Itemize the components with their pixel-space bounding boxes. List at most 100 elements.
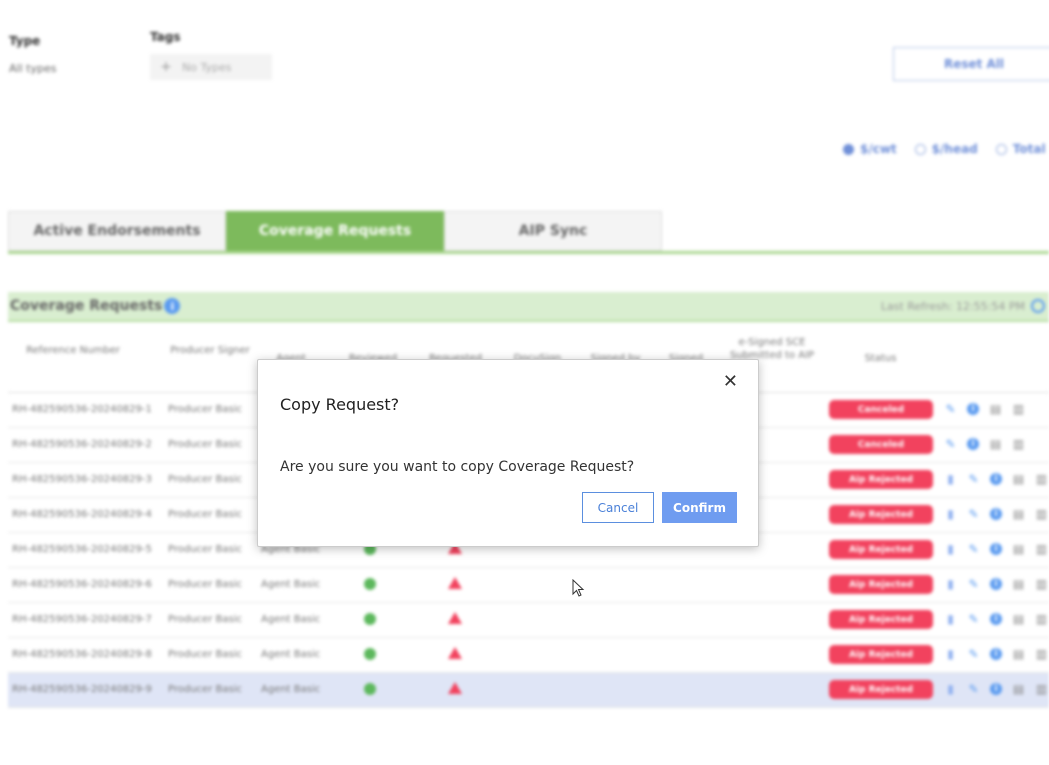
plus-icon[interactable]: + xyxy=(150,59,182,75)
pencil-icon[interactable]: ✎ xyxy=(967,682,980,696)
unit-radio-1[interactable]: $/head xyxy=(914,142,978,156)
tab-aip-sync[interactable]: AIP Sync xyxy=(444,211,662,251)
producer-signer: Producer Basic xyxy=(168,684,242,695)
doc-icon[interactable]: ▤ xyxy=(989,437,1002,451)
status-badge: Aip Rejected xyxy=(829,540,933,559)
unit-radio-0[interactable]: $/cwt xyxy=(843,142,897,156)
cancel-button[interactable]: Cancel xyxy=(582,492,654,523)
info-icon[interactable]: i xyxy=(990,578,1002,590)
trash-icon[interactable]: ▮ xyxy=(944,507,957,521)
doc-icon[interactable]: ▤ xyxy=(1012,472,1025,486)
reset-all-button[interactable]: Reset All xyxy=(893,47,1049,81)
producer-signer: Producer Basic xyxy=(168,474,242,485)
pencil-icon[interactable]: ✎ xyxy=(967,647,980,661)
reference-number[interactable]: RH-482590536-20240829-2 xyxy=(12,439,152,450)
doc-icon[interactable]: ▤ xyxy=(1012,612,1025,626)
dialog-title: Copy Request? xyxy=(280,395,400,414)
doc-icon[interactable]: ▤ xyxy=(1012,577,1025,591)
warning-icon xyxy=(448,612,462,624)
unit-radio-2[interactable]: Total xyxy=(995,142,1046,156)
check-circle-icon xyxy=(364,648,376,660)
check-circle-icon xyxy=(364,578,376,590)
pencil-icon[interactable]: ✎ xyxy=(967,472,980,486)
info-icon[interactable]: i xyxy=(990,543,1002,555)
pencil-icon[interactable]: ✎ xyxy=(967,542,980,556)
table-row[interactable]: RH-482590536-20240829-6 Producer Basic Age… xyxy=(8,568,1049,603)
reference-number[interactable]: RH-482590536-20240829-8 xyxy=(12,649,152,660)
info-icon[interactable]: i xyxy=(967,403,979,415)
radio-label: Total xyxy=(1012,142,1046,156)
tags-input[interactable]: + No Types xyxy=(150,54,272,80)
status-badge: Aip Rejected xyxy=(829,610,933,629)
clip-icon[interactable]: ▥ xyxy=(1035,682,1048,696)
pencil-icon[interactable]: ✎ xyxy=(967,507,980,521)
doc-icon[interactable]: ▤ xyxy=(1012,507,1025,521)
clip-icon[interactable]: ▥ xyxy=(1035,577,1048,591)
unit-radio-group: $/cwt $/head Total xyxy=(843,142,1046,156)
status-badge: Aip Rejected xyxy=(829,575,933,594)
tags-placeholder: No Types xyxy=(182,60,232,74)
column-header[interactable]: Reference Number xyxy=(18,344,128,357)
producer-signer: Producer Basic xyxy=(168,404,242,415)
info-icon[interactable]: i xyxy=(164,298,181,314)
clip-icon[interactable]: ▥ xyxy=(1035,542,1048,556)
radio-circle-icon[interactable] xyxy=(843,143,854,155)
reference-number[interactable]: RH-482590536-20240829-1 xyxy=(12,404,152,415)
trash-icon[interactable]: ▮ xyxy=(944,682,957,696)
reference-number[interactable]: RH-482590536-20240829-3 xyxy=(12,474,152,485)
clip-icon[interactable]: ▥ xyxy=(1035,472,1048,486)
table-row[interactable]: RH-482590536-20240829-7 Producer Basic Age… xyxy=(8,603,1049,638)
clip-icon[interactable]: ▥ xyxy=(1035,647,1048,661)
section-title: Coverage Requests xyxy=(10,298,163,314)
info-icon[interactable]: i xyxy=(990,613,1002,625)
tab-coverage-requests[interactable]: Coverage Requests xyxy=(226,211,444,251)
column-header[interactable]: Producer Signer xyxy=(170,344,250,357)
close-icon[interactable]: ✕ xyxy=(723,372,738,392)
reference-number[interactable]: RH-482590536-20240829-9 xyxy=(12,684,152,695)
radio-circle-icon[interactable] xyxy=(914,143,926,155)
doc-icon[interactable]: ▤ xyxy=(989,402,1002,416)
doc-icon[interactable]: ▤ xyxy=(1012,647,1025,661)
trash-icon[interactable]: ▮ xyxy=(944,472,957,486)
clip-icon[interactable]: ▥ xyxy=(1012,437,1025,451)
type-filter[interactable]: Type All types xyxy=(9,34,56,75)
trash-icon[interactable]: ▮ xyxy=(944,612,957,626)
pencil-icon[interactable]: ✎ xyxy=(944,437,957,451)
clip-icon[interactable]: ▥ xyxy=(1012,402,1025,416)
pencil-icon[interactable]: ✎ xyxy=(967,612,980,626)
trash-icon[interactable]: ▮ xyxy=(944,577,957,591)
type-value[interactable]: All types xyxy=(9,62,56,75)
table-row[interactable]: RH-482590536-20240829-9 Producer Basic Age… xyxy=(8,673,1049,708)
mouse-cursor-icon xyxy=(572,579,585,597)
reference-number[interactable]: RH-482590536-20240829-5 xyxy=(12,544,152,555)
table-row[interactable]: RH-482590536-20240829-8 Producer Basic Age… xyxy=(8,638,1049,673)
tags-label: Tags xyxy=(150,30,181,44)
refresh-icon[interactable] xyxy=(1031,299,1045,313)
confirm-button[interactable]: Confirm xyxy=(662,492,737,523)
clip-icon[interactable]: ▥ xyxy=(1035,507,1048,521)
doc-icon[interactable]: ▤ xyxy=(1012,682,1025,696)
agent: Agent Basic xyxy=(261,614,321,625)
trash-icon[interactable]: ▮ xyxy=(944,542,957,556)
tab-active-endorsements[interactable]: Active Endorsements xyxy=(8,211,226,251)
row-actions: ✎ i ▤ ▥ xyxy=(944,437,1025,451)
agent: Agent Basic xyxy=(261,649,321,660)
info-icon[interactable]: i xyxy=(990,683,1002,695)
pencil-icon[interactable]: ✎ xyxy=(944,402,957,416)
warning-icon xyxy=(448,682,462,694)
trash-icon[interactable]: ▮ xyxy=(944,647,957,661)
reference-number[interactable]: RH-482590536-20240829-6 xyxy=(12,579,152,590)
status-badge: Aip Rejected xyxy=(829,505,933,524)
reference-number[interactable]: RH-482590536-20240829-7 xyxy=(12,614,152,625)
doc-icon[interactable]: ▤ xyxy=(1012,542,1025,556)
info-icon[interactable]: i xyxy=(990,508,1002,520)
radio-circle-icon[interactable] xyxy=(995,143,1007,155)
pencil-icon[interactable]: ✎ xyxy=(967,577,980,591)
info-icon[interactable]: i xyxy=(967,438,979,450)
column-header[interactable]: Status xyxy=(843,352,918,365)
clip-icon[interactable]: ▥ xyxy=(1035,612,1048,626)
reference-number[interactable]: RH-482590536-20240829-4 xyxy=(12,509,152,520)
info-icon[interactable]: i xyxy=(990,648,1002,660)
coverage-requests-header: Coverage Requests i Last Refresh: 12:55:… xyxy=(8,292,1049,322)
info-icon[interactable]: i xyxy=(990,473,1002,485)
